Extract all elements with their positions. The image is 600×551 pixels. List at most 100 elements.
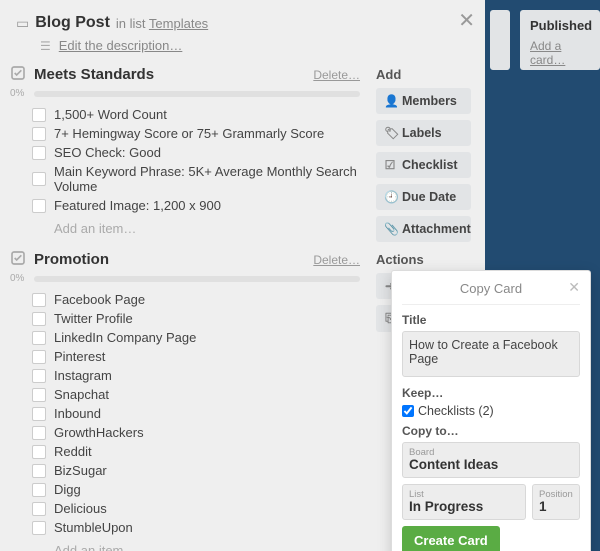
button-label: Due Date [402,190,456,204]
sidebar-add-header: Add [376,67,471,82]
checklist-item[interactable]: Main Keyword Phrase: 5K+ Average Monthly… [10,162,360,196]
checklist-item[interactable]: GrowthHackers [10,423,360,442]
checkbox[interactable] [32,445,46,459]
checklist-item-label: 7+ Hemingway Score or 75+ Grammarly Scor… [54,126,324,141]
labels-icon: 🏷 [384,126,396,140]
checkbox[interactable] [32,127,46,141]
checklist-item[interactable]: Inbound [10,404,360,423]
checkbox[interactable] [32,426,46,440]
position-field-value: 1 [539,500,573,515]
checkbox[interactable] [32,464,46,478]
checklist-progress: 0% [10,273,360,284]
edit-description-link[interactable]: Edit the description… [59,38,183,53]
button-label: Attachment [402,222,471,236]
copy-card-popover: Copy Card ✕ Title Keep… Checklists (2) C… [391,270,591,551]
checklist-item[interactable]: Featured Image: 1,200 x 900 [10,196,360,215]
in-list-text: in list Templates [116,16,208,31]
board-column-title: Published [530,18,590,33]
checklist-item[interactable]: Delicious [10,499,360,518]
list-select[interactable]: List In Progress [402,484,526,520]
close-icon[interactable]: ✕ [458,8,475,33]
checkbox[interactable] [32,521,46,535]
checkbox[interactable] [32,108,46,122]
create-card-button[interactable]: Create Card [402,526,500,551]
list-link[interactable]: Templates [149,16,208,31]
checklist-item[interactable]: BizSugar [10,461,360,480]
description-icon: ☰ [40,39,51,53]
checklist-item-label: GrowthHackers [54,425,144,440]
labels-button[interactable]: 🏷Labels [376,120,471,146]
clock-icon: 🕘 [384,190,396,204]
checklist-delete-link[interactable]: Delete… [313,253,360,267]
position-select[interactable]: Position 1 [532,484,580,520]
checklist-item-label: StumbleUpon [54,520,133,535]
checklist-title[interactable]: Meets Standards [34,66,305,83]
checklist-item-label: Snapchat [54,387,109,402]
checkbox[interactable] [32,388,46,402]
checklist-item[interactable]: SEO Check: Good [10,143,360,162]
checklist-item[interactable]: LinkedIn Company Page [10,328,360,347]
checklist-item[interactable]: 7+ Hemingway Score or 75+ Grammarly Scor… [10,124,360,143]
add-checklist-item[interactable]: Add an item… [10,215,360,236]
checkbox[interactable] [32,146,46,160]
keep-checklists-label: Checklists (2) [418,404,494,418]
checklist-item[interactable]: Digg [10,480,360,499]
checklist-item-label: LinkedIn Company Page [54,330,196,345]
checkbox[interactable] [32,369,46,383]
description-row: ☰ Edit the description… [40,38,471,53]
in-list-prefix: in list [116,16,146,31]
add-checklist-item[interactable]: Add an item… [10,537,360,551]
popover-title: Copy Card [460,281,522,296]
checklist-progress: 0% [10,88,360,99]
copy-title-input[interactable] [402,331,580,377]
checklist-item[interactable]: Instagram [10,366,360,385]
checkbox[interactable] [32,199,46,213]
board-select[interactable]: Board Content Ideas [402,442,580,478]
keep-checklists-checkbox[interactable] [402,405,414,417]
copy-to-label: Copy to… [402,424,580,438]
checkbox[interactable] [32,407,46,421]
keep-checklists-option[interactable]: Checklists (2) [402,404,580,418]
close-icon[interactable]: ✕ [568,279,580,296]
checklist-item[interactable]: Reddit [10,442,360,461]
checklist-button[interactable]: ☑Checklist [376,152,471,178]
members-button[interactable]: 👤 Members [376,88,471,114]
button-label: Members [402,94,457,108]
checklist-item[interactable]: Facebook Page [10,290,360,309]
button-label: Checklist [402,158,458,172]
checklist-item-label: Twitter Profile [54,311,133,326]
checklist-item-label: Delicious [54,501,107,516]
members-icon: 👤 [384,94,396,108]
progress-percent: 0% [10,273,28,284]
checklist-item[interactable]: 1,500+ Word Count [10,105,360,124]
due-date-button[interactable]: 🕘 Due Date [376,184,471,210]
checklist-item-label: Instagram [54,368,112,383]
checklist-delete-link[interactable]: Delete… [313,68,360,82]
checklist-item-label: Pinterest [54,349,105,364]
sidebar-actions-header: Actions [376,252,471,267]
checkbox[interactable] [32,502,46,516]
list-field-value: In Progress [409,500,519,515]
checkbox[interactable] [32,172,46,186]
checklist-item-label: Digg [54,482,81,497]
checklist-item[interactable]: Snapchat [10,385,360,404]
checklist-section: Meets Standards Delete… 0% 1,500+ Word C… [10,65,360,236]
checkbox[interactable] [32,350,46,364]
checklist-item[interactable]: Pinterest [10,347,360,366]
card-title[interactable]: Blog Post [35,14,110,32]
board-background: Published Add a card… [480,0,600,80]
checklist-item[interactable]: StumbleUpon [10,518,360,537]
checkbox[interactable] [32,331,46,345]
checklist-item[interactable]: Twitter Profile [10,309,360,328]
checkbox[interactable] [32,483,46,497]
checkbox[interactable] [32,293,46,307]
attachment-button[interactable]: 📎Attachment [376,216,471,242]
checkbox[interactable] [32,312,46,326]
progress-bar [34,91,360,97]
add-card-link[interactable]: Add a card… [530,39,590,67]
keep-label: Keep… [402,386,580,400]
checklist-title[interactable]: Promotion [34,251,305,268]
checklist-item-label: Facebook Page [54,292,145,307]
checklist-item-label: BizSugar [54,463,107,478]
checklist-section: Promotion Delete… 0% Facebook Page Twitt… [10,250,360,551]
